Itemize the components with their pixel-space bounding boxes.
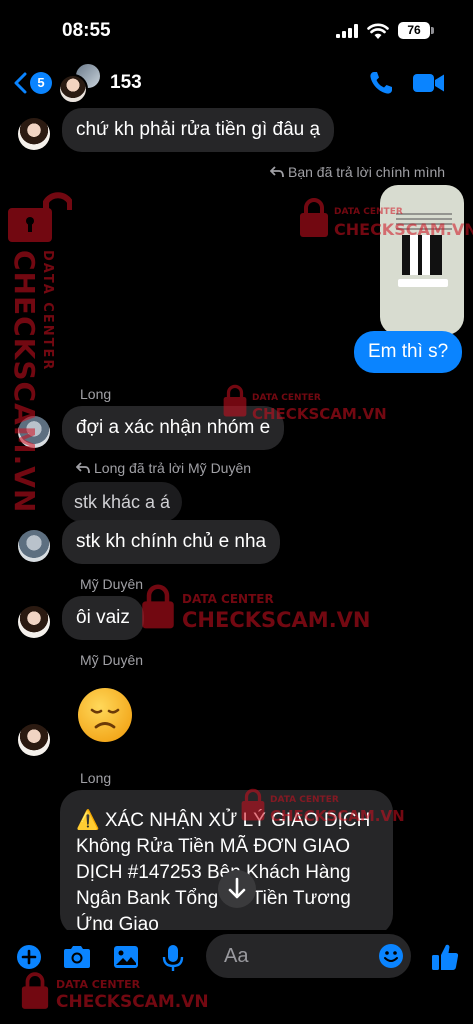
thumbs-up-icon[interactable] (430, 942, 460, 972)
avatar[interactable] (18, 530, 50, 562)
watermark-vertical-small: DATA CENTER (40, 250, 55, 372)
reply-arrow-icon (270, 166, 284, 178)
watermark-top-line: DATA CENTER (182, 592, 274, 606)
message-input[interactable] (206, 934, 374, 978)
disappointed-face-emoji[interactable] (78, 688, 132, 742)
group-avatar[interactable] (58, 62, 104, 104)
cellular-signal-icon (336, 24, 358, 38)
photo-gallery-icon[interactable] (112, 944, 140, 970)
watermark-bottom-line: CHECKSCAM.VN (182, 608, 371, 632)
lock-watermark-icon (241, 788, 265, 821)
reply-indicator: Long đã trả lời Mỹ Duyên (76, 460, 251, 476)
arrow-down-icon (228, 877, 246, 899)
qr-footer-graphic (398, 279, 448, 287)
sender-name: Long (80, 770, 112, 786)
composer-bar: DATA CENTER CHECKSCAM.VN (0, 930, 473, 1024)
back-button[interactable]: 5 (12, 70, 52, 96)
group-avatar-member-1 (58, 74, 88, 104)
plus-icon[interactable] (16, 944, 42, 970)
chat-title[interactable]: 153 (110, 72, 142, 94)
battery-tip (431, 27, 434, 34)
watermark-top-line: DATA CENTER (270, 795, 339, 805)
avatar[interactable] (18, 118, 50, 150)
unread-badge: 5 (30, 72, 52, 94)
message-composer[interactable] (206, 934, 411, 978)
watermark-bottom-line: CHECKSCAM.VN (270, 807, 405, 825)
camera-icon[interactable] (62, 944, 92, 970)
my-message-bubble[interactable]: Em thì s? (354, 331, 463, 373)
avatar[interactable] (18, 606, 50, 638)
watermark-top-line: DATA CENTER (334, 207, 403, 217)
battery-indicator: 76 (398, 22, 430, 39)
watermark-top-line: DATA CENTER (56, 978, 141, 991)
lock-watermark-icon (300, 198, 328, 237)
watermark-top-line: DATA CENTER (252, 393, 321, 403)
quoted-message[interactable]: stk khác a á (62, 482, 183, 522)
back-chevron-icon (14, 72, 27, 94)
watermark-bottom-line: CHECKSCAM.VN (56, 992, 209, 1012)
lock-watermark-icon (21, 972, 49, 1009)
message-bubble[interactable]: chứ kh phải rửa tiền gì đâu ạ (62, 108, 335, 152)
reply-indicator: Bạn đã trả lời chính mình (270, 164, 445, 180)
sender-name: Mỹ Duyên (80, 576, 144, 592)
wifi-icon (367, 23, 389, 39)
scroll-to-bottom-button[interactable] (218, 870, 256, 908)
disappointed-face-icon (90, 708, 120, 729)
lock-watermark-icon (223, 384, 247, 417)
watermark-vertical: CHECKSCAM.VN (8, 250, 41, 514)
message-bubble[interactable]: ôi vaiz (62, 596, 144, 640)
watermark-bottom-line: CHECKSCAM.VN (334, 220, 473, 239)
reply-indicator-text: Bạn đã trả lời chính mình (288, 164, 446, 180)
sender-name: Long (80, 386, 112, 402)
phone-icon[interactable] (368, 70, 394, 96)
reply-arrow-icon (76, 462, 90, 474)
lock-watermark-icon (142, 584, 174, 629)
lock-watermark-icon (8, 192, 72, 242)
message-bubble[interactable]: đợi a xác nhận nhóm e (62, 406, 285, 450)
avatar[interactable] (18, 724, 50, 756)
message-bubble[interactable]: stk kh chính chủ e nha (62, 520, 281, 564)
reply-indicator-text: Long đã trả lời Mỹ Duyên (94, 460, 252, 476)
chat-header: 5 153 (0, 60, 473, 108)
status-bar: 08:55 76 (0, 0, 473, 60)
video-camera-icon[interactable] (413, 72, 445, 94)
watermark-bottom-line: CHECKSCAM.VN (252, 405, 387, 423)
qr-code-graphic (402, 235, 442, 275)
sender-name: Mỹ Duyên (80, 652, 144, 668)
status-time: 08:55 (62, 20, 111, 41)
microphone-icon[interactable] (162, 944, 184, 972)
emoji-smiley-icon[interactable] (378, 943, 404, 969)
